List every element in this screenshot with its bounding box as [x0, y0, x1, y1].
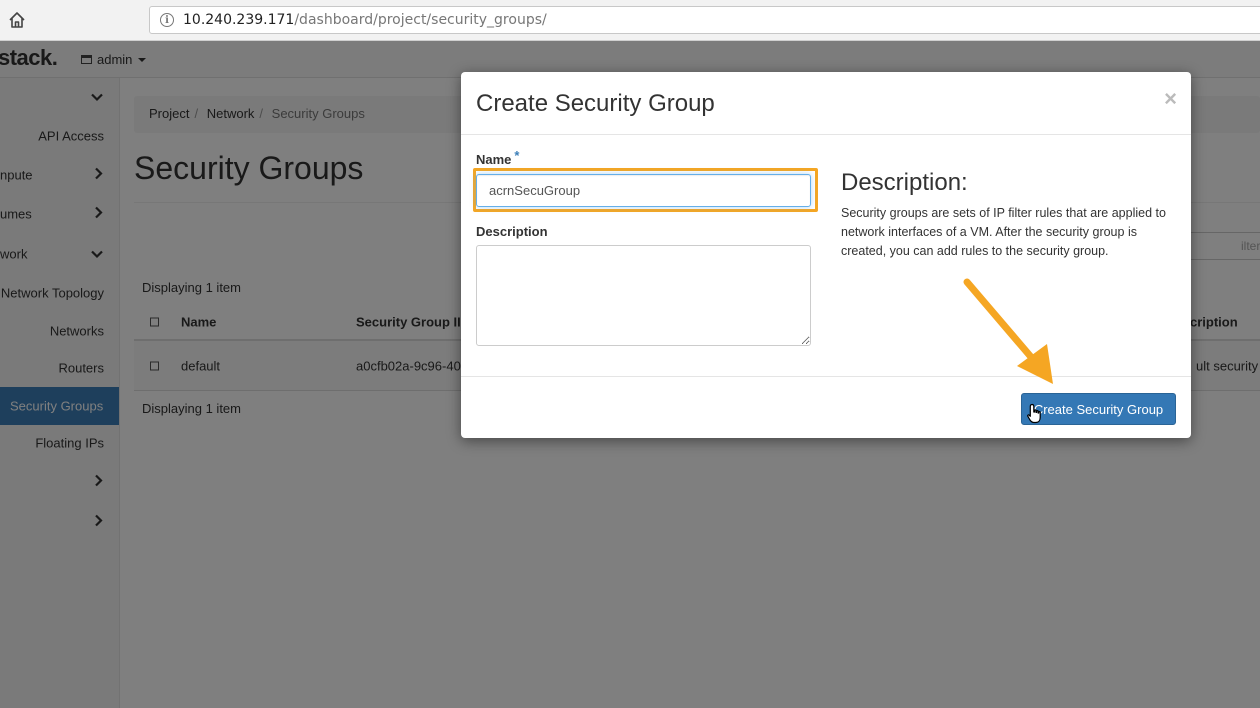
address-bar[interactable]: i 10.240.239.171/dashboard/project/secur… — [149, 6, 1260, 34]
create-security-group-modal: Create Security Group × Name* Descriptio… — [461, 72, 1191, 438]
name-label-text: Name — [476, 152, 512, 167]
help-title: Description: — [841, 169, 968, 196]
create-security-group-button[interactable]: Create Security Group — [1021, 393, 1176, 425]
description-textarea[interactable] — [476, 245, 811, 346]
name-label: Name * — [476, 148, 519, 167]
modal-header: Create Security Group × — [461, 72, 1191, 135]
site-info-icon[interactable]: i — [160, 13, 174, 27]
help-text: Security groups are sets of IP filter ru… — [841, 206, 1166, 258]
modal-footer: Create Security Group — [461, 376, 1191, 438]
name-input[interactable] — [476, 174, 811, 207]
modal-title: Create Security Group — [476, 90, 715, 117]
url-text: 10.240.239.171/dashboard/project/securit… — [183, 12, 547, 28]
close-icon[interactable]: × — [1164, 86, 1177, 112]
description-label: Description — [476, 224, 548, 239]
browser-toolbar: i 10.240.239.171/dashboard/project/secur… — [0, 0, 1260, 41]
hand-cursor-icon — [1027, 403, 1041, 424]
url-path: /dashboard/project/security_groups/ — [294, 12, 547, 28]
required-mark: * — [514, 148, 520, 163]
annotation-arrow-icon — [963, 278, 1053, 384]
home-icon[interactable] — [6, 9, 28, 31]
url-host: 10.240.239.171 — [183, 12, 295, 28]
